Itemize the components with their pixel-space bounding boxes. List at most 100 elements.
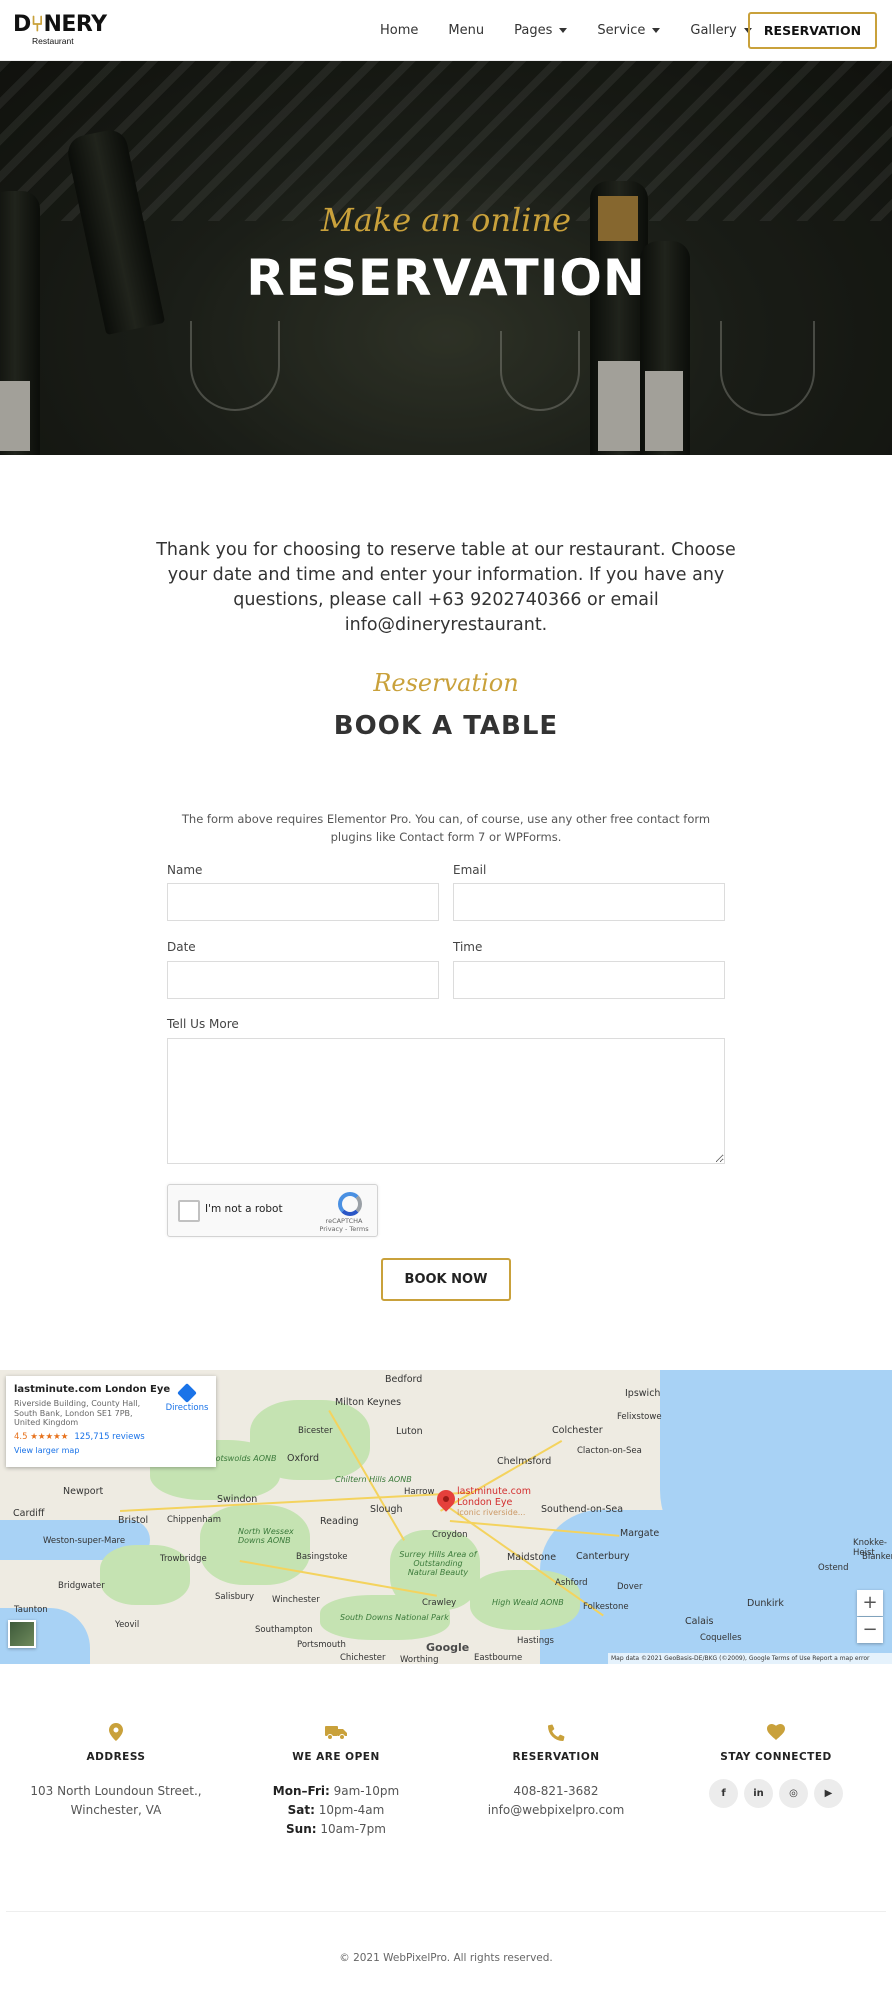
logo-subtitle: Restaurant xyxy=(32,36,74,46)
email-field[interactable] xyxy=(453,883,725,921)
map-place: Margate xyxy=(620,1528,660,1539)
recaptcha-label: I'm not a robot xyxy=(205,1203,283,1215)
zoom-out-button[interactable]: − xyxy=(857,1617,883,1643)
caret-down-icon xyxy=(652,28,661,33)
name-label: Name xyxy=(167,863,203,877)
map-card-rating: 4.5 ★★★★★ 125,715 reviews xyxy=(14,1431,145,1442)
facebook-icon[interactable]: f xyxy=(709,1779,738,1808)
linkedin-icon[interactable]: in xyxy=(744,1779,773,1808)
map-place: Harrow xyxy=(404,1487,435,1497)
map-place: Maidstone xyxy=(507,1552,557,1563)
nav-pages[interactable]: Pages xyxy=(514,23,568,38)
page-title: RESERVATION xyxy=(246,249,646,307)
hours-title: WE ARE OPEN xyxy=(292,1751,380,1763)
view-larger-map-link[interactable]: View larger map xyxy=(14,1446,208,1455)
recaptcha-icon xyxy=(338,1192,362,1216)
time-field[interactable] xyxy=(453,961,725,999)
map-place: Luton xyxy=(396,1426,423,1437)
map-place: Swindon xyxy=(217,1494,258,1505)
satellite-toggle[interactable] xyxy=(8,1620,36,1648)
map-place: Salisbury xyxy=(215,1592,255,1602)
hero-subtitle: Make an online xyxy=(320,201,572,239)
reservation-title: RESERVATION xyxy=(512,1751,600,1763)
time-label: Time xyxy=(453,940,483,954)
map-place: Canterbury xyxy=(576,1551,630,1562)
map-place: Bicester xyxy=(298,1426,333,1436)
map-place: Cardiff xyxy=(13,1508,45,1519)
email-link[interactable]: info@webpixelpro.com xyxy=(456,1801,656,1820)
map-place: Hastings xyxy=(517,1636,554,1646)
map-pin-icon xyxy=(16,1722,216,1742)
nav-service[interactable]: Service xyxy=(597,23,661,38)
map-place: Chiltern Hills AONB xyxy=(335,1475,412,1484)
map-place: Oxford xyxy=(287,1453,320,1464)
map-place: Bridgwater xyxy=(58,1581,105,1591)
zoom-in-button[interactable]: + xyxy=(857,1590,883,1616)
caret-down-icon xyxy=(559,28,568,33)
map-card-address: Riverside Building, County Hall, South B… xyxy=(14,1399,141,1427)
map-place: Weston-super-Mare xyxy=(43,1536,126,1546)
date-field[interactable] xyxy=(167,961,439,999)
heart-icon xyxy=(676,1722,876,1742)
nav-gallery[interactable]: Gallery xyxy=(690,23,752,38)
map-pin-dot xyxy=(443,1496,449,1502)
map-pin-label[interactable]: lastminute.com London Eye Iconic riversi… xyxy=(457,1486,531,1519)
reservation-text: 408-821-3682 info@webpixelpro.com xyxy=(456,1782,656,1820)
social-block: STAY CONNECTED f in ◎ ▶ xyxy=(676,1722,876,1808)
map-place: Dunkirk xyxy=(747,1598,784,1609)
map-place: Blankenberge xyxy=(862,1552,892,1562)
message-field[interactable] xyxy=(167,1038,725,1164)
reservation-button[interactable]: RESERVATION xyxy=(748,12,877,49)
message-label: Tell Us More xyxy=(167,1017,239,1031)
map-place-card: lastminute.com London Eye Riverside Buil… xyxy=(6,1376,216,1467)
phone-link[interactable]: 408-821-3682 xyxy=(456,1782,656,1801)
map-place: Slough xyxy=(370,1504,403,1515)
name-field[interactable] xyxy=(167,883,439,921)
copyright-text: © 2021 WebPixelPro. All rights reserved. xyxy=(339,1952,553,1964)
map-place: Taunton xyxy=(14,1605,48,1615)
youtube-icon[interactable]: ▶ xyxy=(814,1779,843,1808)
date-label: Date xyxy=(167,940,196,954)
map-place: Southampton xyxy=(255,1625,313,1635)
reservation-block: RESERVATION 408-821-3682 info@webpixelpr… xyxy=(456,1722,656,1820)
book-now-button[interactable]: BOOK NOW xyxy=(381,1258,511,1301)
form-note: The form above requires Elementor Pro. Y… xyxy=(181,812,711,844)
social-links: f in ◎ ▶ xyxy=(676,1779,876,1808)
recaptcha-checkbox[interactable] xyxy=(178,1200,200,1222)
map-place: Bedford xyxy=(385,1374,423,1385)
truck-icon xyxy=(236,1722,436,1742)
recaptcha-widget: I'm not a robot reCAPTCHA Privacy - Term… xyxy=(167,1184,378,1237)
directions-button[interactable]: Directions xyxy=(164,1383,210,1413)
map-place: Reading xyxy=(320,1516,359,1527)
map-place: Eastbourne xyxy=(474,1653,523,1663)
map-place: Folkestone xyxy=(583,1602,629,1612)
map-place: Coquelles xyxy=(700,1633,742,1643)
site-header: D⑂NERY Restaurant Home Menu Pages Servic… xyxy=(0,0,892,61)
map-place: Winchester xyxy=(272,1595,320,1605)
map-place: Chichester xyxy=(340,1653,386,1663)
reviews-link[interactable]: 125,715 reviews xyxy=(74,1432,144,1442)
nav-menu[interactable]: Menu xyxy=(448,23,484,38)
map-place: High Weald AONB xyxy=(492,1598,564,1607)
map-place: South Downs National Park xyxy=(340,1613,449,1622)
map-place: North Wessex Downs AONB xyxy=(238,1527,294,1545)
map-place: Basingstoke xyxy=(296,1552,348,1562)
map-place: Milton Keynes xyxy=(335,1397,402,1408)
map-place: Newport xyxy=(63,1486,104,1497)
map-place: Clacton-on-Sea xyxy=(577,1446,642,1456)
site-logo[interactable]: D⑂NERY Restaurant xyxy=(13,13,107,46)
nav-home[interactable]: Home xyxy=(380,23,418,38)
map-place: Portsmouth xyxy=(297,1640,346,1650)
email-label: Email xyxy=(453,863,487,877)
directions-icon xyxy=(177,1383,197,1403)
section-title: BOOK A TABLE xyxy=(333,711,559,741)
instagram-icon[interactable]: ◎ xyxy=(779,1779,808,1808)
map-place: Ostend xyxy=(818,1563,849,1573)
map-place: Chippenham xyxy=(167,1515,221,1525)
map-place: Bristol xyxy=(118,1515,149,1526)
map-place: Surrey Hills Area of Outstanding Natural… xyxy=(399,1550,477,1577)
map-place: Ashford xyxy=(555,1578,588,1588)
map-place: Chelmsford xyxy=(497,1456,552,1467)
footer-divider xyxy=(6,1911,886,1912)
address-title: ADDRESS xyxy=(86,1751,146,1763)
